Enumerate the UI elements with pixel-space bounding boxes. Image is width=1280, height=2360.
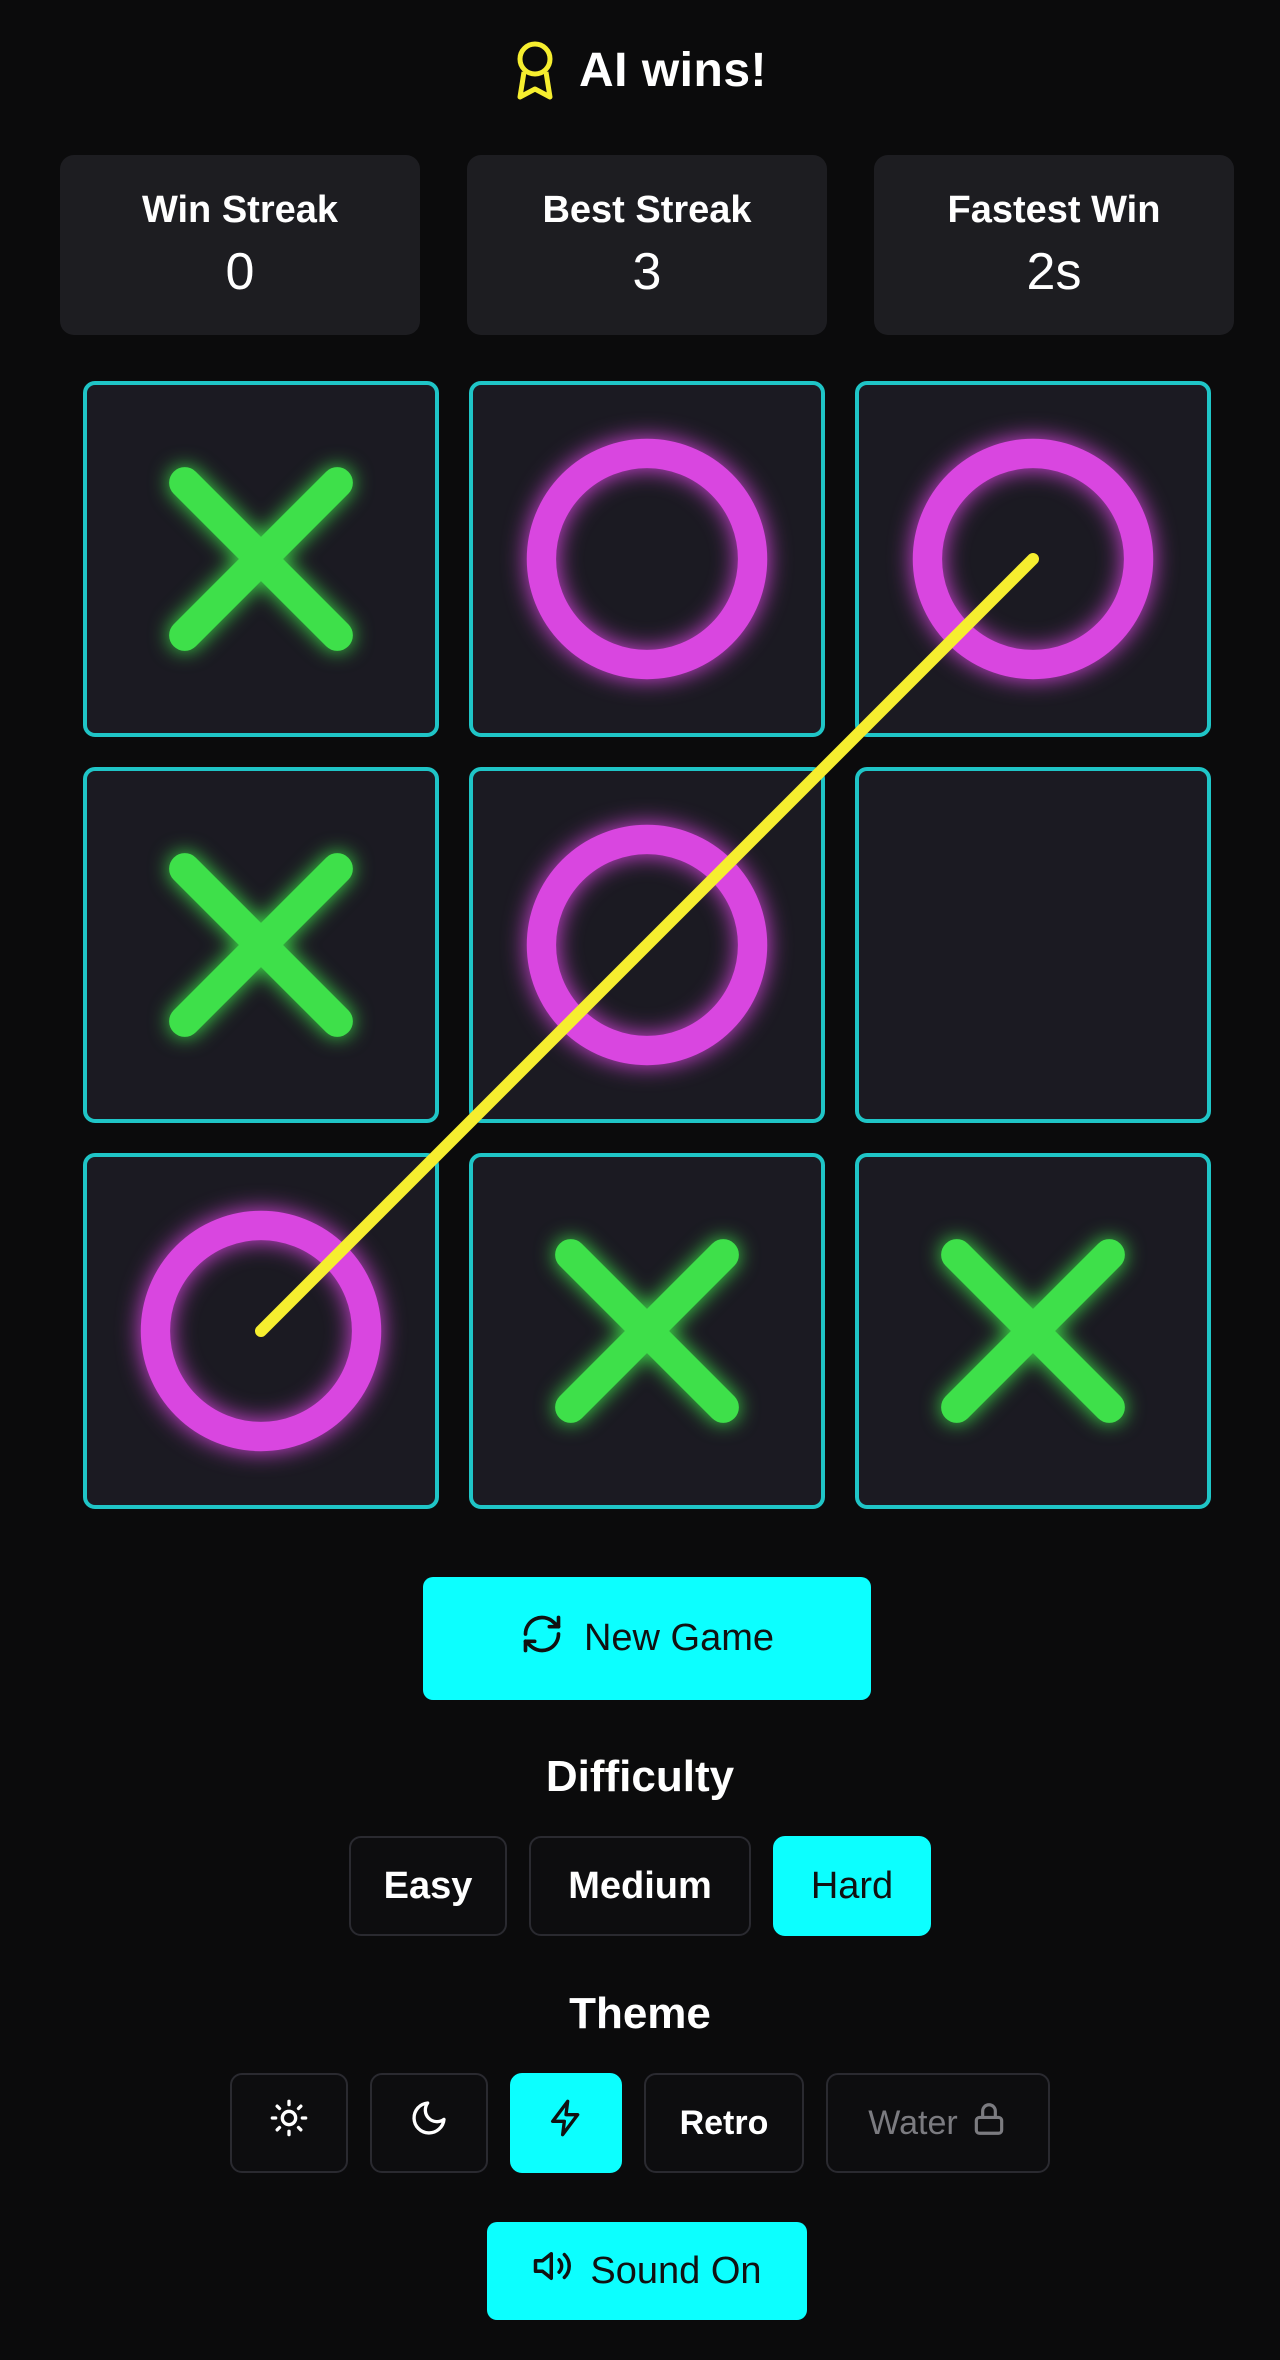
board-cell-8[interactable] <box>855 1153 1211 1509</box>
x-mark <box>169 467 353 651</box>
board-cell-1[interactable] <box>469 381 825 737</box>
lock-icon <box>970 2099 1008 2148</box>
lightning-icon <box>546 2098 586 2148</box>
stat-value: 3 <box>632 242 662 301</box>
theme-retro-button[interactable]: Retro <box>644 2073 804 2173</box>
game-board <box>83 381 1212 1510</box>
theme-options: Retro Water <box>0 2073 1280 2173</box>
board-cell-0[interactable] <box>83 381 439 737</box>
board-cell-5[interactable] <box>855 767 1211 1123</box>
x-mark <box>555 1239 739 1423</box>
stat-label: Win Streak <box>141 188 339 231</box>
speaker-icon <box>532 2245 574 2297</box>
sun-icon <box>269 2098 309 2148</box>
board-cell-6[interactable] <box>83 1153 439 1509</box>
difficulty-easy-button[interactable]: Easy <box>349 1836 507 1936</box>
theme-dark-button[interactable] <box>370 2073 488 2173</box>
stats-panel: Win Streak 0 Best Streak 3 Fastest Win 2… <box>60 155 1234 335</box>
difficulty-medium-button[interactable]: Medium <box>529 1836 751 1936</box>
new-game-label: New Game <box>583 1617 775 1659</box>
difficulty-hard-button[interactable]: Hard <box>773 1836 931 1936</box>
board-cell-4[interactable] <box>469 767 825 1123</box>
board-cell-7[interactable] <box>469 1153 825 1509</box>
o-mark <box>140 1210 382 1452</box>
theme-light-button[interactable] <box>230 2073 348 2173</box>
x-mark <box>941 1239 1125 1423</box>
difficulty-label: Difficulty <box>545 1752 735 1801</box>
stat-label: Best Streak <box>542 188 752 231</box>
o-mark <box>526 824 768 1066</box>
x-mark <box>169 853 353 1037</box>
difficulty-options: Easy Medium Hard <box>0 1836 1280 1936</box>
o-mark <box>912 438 1154 680</box>
stat-fastest-win: Fastest Win 2s <box>874 155 1234 335</box>
theme-neon-button[interactable] <box>510 2073 622 2173</box>
moon-icon <box>409 2098 449 2148</box>
stat-value: 2s <box>1026 242 1082 301</box>
theme-label: Theme <box>569 1989 711 2038</box>
game-status-title: AI wins! <box>578 43 767 97</box>
sound-label: Sound On <box>590 2249 762 2292</box>
theme-water-label: Water <box>868 2103 958 2142</box>
theme-water-button[interactable]: Water <box>826 2073 1050 2173</box>
award-icon <box>513 39 557 101</box>
o-mark <box>526 438 768 680</box>
refresh-icon <box>520 1612 564 1666</box>
new-game-button[interactable]: New Game <box>423 1577 871 1700</box>
board-cell-3[interactable] <box>83 767 439 1123</box>
stat-label: Fastest Win <box>947 188 1161 231</box>
status-header: AI wins! <box>0 30 1280 110</box>
sound-toggle-button[interactable]: Sound On <box>487 2222 807 2320</box>
board-cell-2[interactable] <box>855 381 1211 737</box>
stat-value: 0 <box>225 242 255 301</box>
stat-win-streak: Win Streak 0 <box>60 155 420 335</box>
stat-best-streak: Best Streak 3 <box>467 155 827 335</box>
